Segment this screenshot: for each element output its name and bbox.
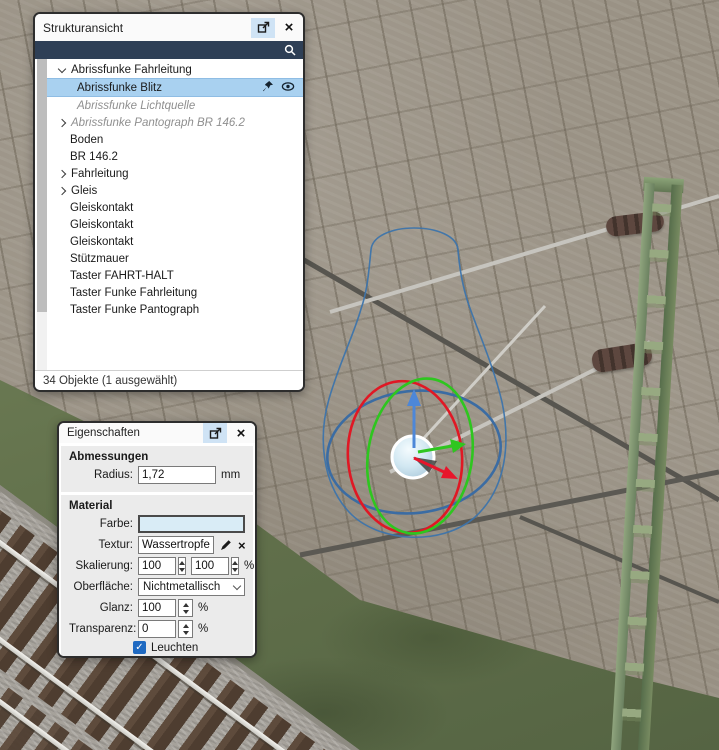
object-tree: Abrissfunke Fahrleitung Abrissfunke Blit… xyxy=(35,59,303,370)
tree-item-label: Taster Funke Pantograph xyxy=(70,304,199,316)
tree-scrollbar[interactable] xyxy=(37,59,47,370)
tree-item[interactable]: Gleiskontakt xyxy=(47,199,303,216)
skalierung-unit: % xyxy=(244,560,254,572)
tree-item-label: Gleiskontakt xyxy=(70,202,133,214)
radius-label: Radius: xyxy=(69,469,133,481)
editor-viewport: Strukturansicht × Abrissfunke Fahrleitun… xyxy=(0,0,719,750)
tree-item-label: Gleiskontakt xyxy=(70,219,133,231)
pin-icon[interactable] xyxy=(262,80,274,93)
structure-view-panel: Strukturansicht × Abrissfunke Fahrleitun… xyxy=(33,12,305,392)
dropdown-value: Nichtmetallisch xyxy=(143,581,220,593)
tree-item[interactable]: Fahrleitung xyxy=(47,165,303,182)
transparenz-stepper[interactable] xyxy=(178,620,193,638)
scale-x-input[interactable] xyxy=(138,557,176,575)
edit-pencil-icon[interactable] xyxy=(220,539,232,551)
tree-item-label: Boden xyxy=(70,134,103,146)
close-icon: × xyxy=(237,426,246,441)
tree-item-label: Abrissfunke Blitz xyxy=(77,82,162,94)
tree-item-label: Taster Funke Fahrleitung xyxy=(70,287,197,299)
scrollbar-thumb[interactable] xyxy=(37,59,47,312)
section-abmessungen: Abmessungen Radius: mm xyxy=(61,446,253,492)
leuchten-label: Leuchten xyxy=(151,642,198,654)
tree-item-label: Gleis xyxy=(71,185,97,197)
popout-button[interactable] xyxy=(203,423,227,443)
tree-item-label: Fahrleitung xyxy=(71,168,129,180)
tree-item[interactable]: Gleis xyxy=(47,182,303,199)
structure-panel-titlebar: Strukturansicht × xyxy=(35,14,303,41)
textur-input[interactable] xyxy=(138,536,214,554)
tree-item[interactable]: BR 146.2 xyxy=(47,148,303,165)
scale-x-stepper[interactable] xyxy=(178,557,186,575)
glanz-label: Glanz: xyxy=(69,602,133,614)
radius-input[interactable] xyxy=(138,466,216,484)
close-button[interactable]: × xyxy=(277,18,301,38)
scale-y-input[interactable] xyxy=(191,557,229,575)
tree-item[interactable]: Gleiskontakt xyxy=(47,216,303,233)
tree-item[interactable]: Abrissfunke Pantograph BR 146.2 xyxy=(47,114,303,131)
section-material: Material Farbe: Textur: × Sk xyxy=(61,495,253,658)
properties-panel-titlebar: Eigenschaften × xyxy=(59,423,255,443)
panel-title: Eigenschaften xyxy=(59,427,203,439)
popout-icon xyxy=(209,427,222,440)
tree-item-label: Gleiskontakt xyxy=(70,236,133,248)
tree-item[interactable]: Taster Funke Pantograph xyxy=(47,301,303,318)
tree-item-label: BR 146.2 xyxy=(70,151,118,163)
glanz-stepper[interactable] xyxy=(178,599,193,617)
chevron-right-icon[interactable] xyxy=(58,186,66,194)
popout-button[interactable] xyxy=(251,18,275,38)
eye-icon[interactable] xyxy=(281,81,295,92)
tree-item[interactable]: Taster FAHRT-HALT xyxy=(47,267,303,284)
tree-item-label: Stützmauer xyxy=(70,253,129,265)
search-bar[interactable] xyxy=(35,41,303,59)
glanz-input[interactable] xyxy=(138,599,176,617)
transparenz-label: Transparenz: xyxy=(69,623,133,635)
textur-label: Textur: xyxy=(69,539,133,551)
section-heading: Material xyxy=(69,500,245,512)
chevron-down-icon[interactable] xyxy=(58,64,66,72)
tree-item[interactable]: Stützmauer xyxy=(47,250,303,267)
transparenz-input[interactable] xyxy=(138,620,176,638)
panel-title: Strukturansicht xyxy=(35,21,251,35)
tree-item-label: Abrissfunke Lichtquelle xyxy=(77,100,195,112)
close-button[interactable]: × xyxy=(229,423,253,443)
properties-panel: Eigenschaften × Abmessungen Radius: mm M… xyxy=(57,421,257,658)
popout-icon xyxy=(257,21,270,34)
tree-item[interactable]: Abrissfunke Fahrleitung xyxy=(47,61,303,78)
radius-unit: mm xyxy=(221,469,240,481)
tree-item[interactable]: Taster Funke Fahrleitung xyxy=(47,284,303,301)
tree-item-label: Taster FAHRT-HALT xyxy=(70,270,174,282)
tree-item-label: Abrissfunke Fahrleitung xyxy=(71,64,192,76)
chevron-right-icon[interactable] xyxy=(58,169,66,177)
color-swatch[interactable] xyxy=(138,515,245,533)
leuchten-checkbox[interactable] xyxy=(133,641,146,654)
transparenz-unit: % xyxy=(198,623,208,635)
tree-item-label: Abrissfunke Pantograph BR 146.2 xyxy=(71,117,245,129)
status-text: 34 Objekte (1 ausgewählt) xyxy=(43,375,177,387)
clear-texture-icon[interactable]: × xyxy=(238,539,246,552)
tree-item-selected[interactable]: Abrissfunke Blitz xyxy=(47,78,303,97)
farbe-label: Farbe: xyxy=(69,518,133,530)
tree-item[interactable]: Abrissfunke Lichtquelle xyxy=(47,97,303,114)
search-icon xyxy=(284,44,296,56)
section-heading: Abmessungen xyxy=(69,451,245,463)
scale-y-stepper[interactable] xyxy=(231,557,239,575)
chevron-right-icon[interactable] xyxy=(58,118,66,126)
close-icon: × xyxy=(285,20,294,35)
oberflaeche-label: Oberfläche: xyxy=(69,581,133,593)
oberflaeche-dropdown[interactable]: Nichtmetallisch xyxy=(138,578,245,596)
status-bar: 34 Objekte (1 ausgewählt) xyxy=(35,370,303,390)
chevron-down-icon xyxy=(233,582,241,590)
tree-item[interactable]: Gleiskontakt xyxy=(47,233,303,250)
skalierung-label: Skalierung: xyxy=(69,560,133,572)
glanz-unit: % xyxy=(198,602,208,614)
tree-item[interactable]: Boden xyxy=(47,131,303,148)
